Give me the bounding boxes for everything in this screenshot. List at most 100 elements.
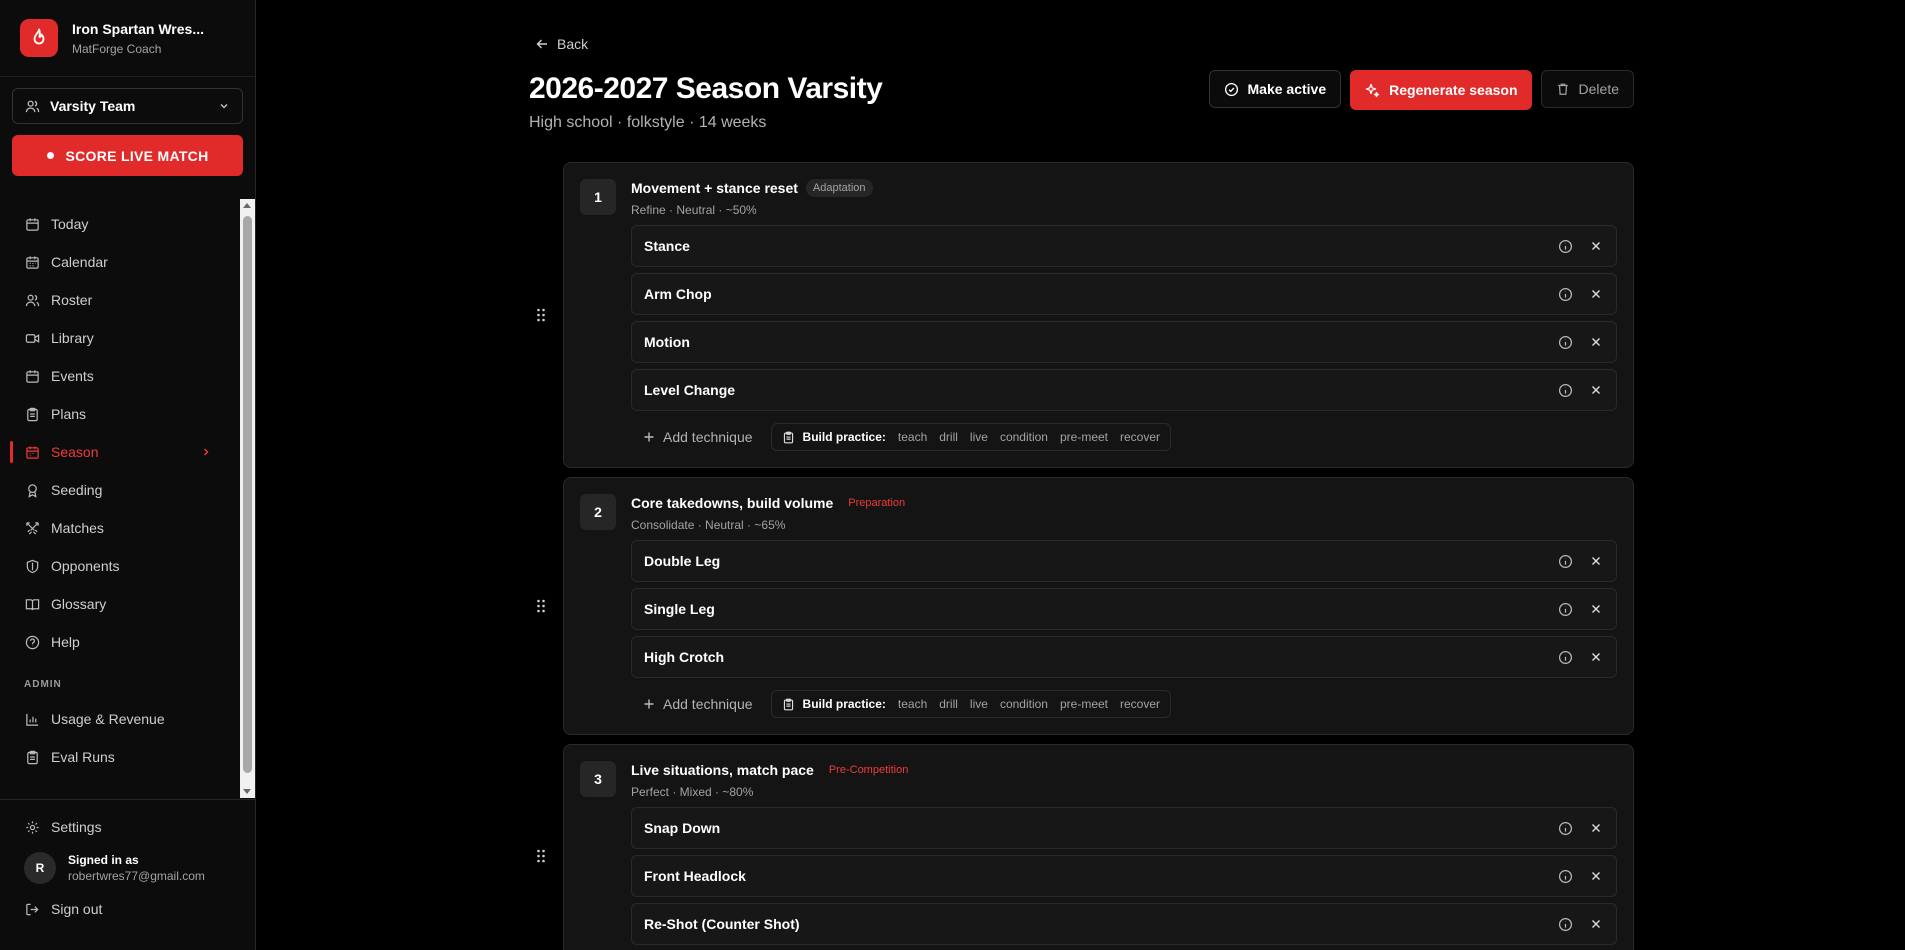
info-icon[interactable] <box>1557 649 1573 665</box>
sidebar-scrollbar[interactable] <box>240 199 255 798</box>
header-actions: Make active Regenerate season Delete <box>1208 70 1634 110</box>
build-option-live[interactable]: live <box>970 697 988 711</box>
sidebar-item-opponents[interactable]: Opponents <box>0 547 255 585</box>
page-subtitle: High school · folkstyle · 14 weeks <box>529 114 767 131</box>
drag-handle-icon[interactable] <box>536 307 546 328</box>
sidebar-item-matches[interactable]: Matches <box>0 509 255 547</box>
info-icon[interactable] <box>1557 868 1573 884</box>
info-icon[interactable] <box>1557 601 1573 617</box>
make-active-label: Make active <box>1247 81 1327 97</box>
sidebar-item-eval-runs[interactable]: Eval Runs <box>0 738 255 776</box>
close-icon[interactable] <box>1588 916 1604 932</box>
trash-icon <box>1556 82 1570 96</box>
week-card: 3 Live situations, match pace Pre-Compet… <box>563 744 1634 950</box>
back-link[interactable]: Back <box>535 36 1634 52</box>
build-option-recover[interactable]: recover <box>1120 430 1160 444</box>
build-option-drill[interactable]: drill <box>939 697 958 711</box>
team-select[interactable]: Varsity Team <box>12 88 243 124</box>
technique-row[interactable]: High Crotch <box>631 636 1617 678</box>
drag-handle-icon[interactable] <box>536 848 546 869</box>
info-icon[interactable] <box>1557 553 1573 569</box>
build-option-teach[interactable]: teach <box>898 697 927 711</box>
week-row: 2 Core takedowns, build volume Preparati… <box>529 477 1634 735</box>
add-technique-button[interactable]: Add technique <box>643 696 753 712</box>
sidebar-item-label: Usage & Revenue <box>51 711 165 727</box>
scrollbar-thumb[interactable] <box>243 216 252 773</box>
close-icon[interactable] <box>1588 601 1604 617</box>
delete-button[interactable]: Delete <box>1540 70 1634 108</box>
brand-header[interactable]: Iron Spartan Wres... MatForge Coach <box>0 0 255 77</box>
regenerate-season-button[interactable]: Regenerate season <box>1350 70 1532 110</box>
sidebar-item-calendar[interactable]: Calendar <box>0 243 255 281</box>
brand-subtitle: MatForge Coach <box>72 41 162 56</box>
technique-row[interactable]: Double Leg <box>631 540 1617 582</box>
sidebar-item-seeding[interactable]: Seeding <box>0 471 255 509</box>
build-option-recover[interactable]: recover <box>1120 697 1160 711</box>
sidebar-item-glossary[interactable]: Glossary <box>0 585 255 623</box>
sidebar-item-usage-revenue[interactable]: Usage & Revenue <box>0 700 255 738</box>
sidebar-item-label: Today <box>51 216 89 232</box>
info-icon[interactable] <box>1557 286 1573 302</box>
settings-link[interactable]: Settings <box>0 808 255 846</box>
build-option-pre-meet[interactable]: pre-meet <box>1060 430 1108 444</box>
technique-row[interactable]: Single Leg <box>631 588 1617 630</box>
build-option-pre-meet[interactable]: pre-meet <box>1060 697 1108 711</box>
award-icon <box>24 482 40 498</box>
sidebar-item-plans[interactable]: Plans <box>0 395 255 433</box>
sidebar-item-today[interactable]: Today <box>0 205 255 243</box>
info-icon[interactable] <box>1557 916 1573 932</box>
phase-badge: Adaptation <box>805 179 873 197</box>
build-option-live[interactable]: live <box>970 430 988 444</box>
technique-row[interactable]: Front Headlock <box>631 855 1617 897</box>
info-icon[interactable] <box>1557 382 1573 398</box>
sidebar-item-label: Calendar <box>51 254 108 270</box>
week-card: 1 Movement + stance reset Adaptation Ref… <box>563 162 1634 468</box>
sign-out-button[interactable]: Sign out <box>0 890 255 928</box>
close-icon[interactable] <box>1588 868 1604 884</box>
technique-name: Level Change <box>644 382 736 398</box>
info-icon[interactable] <box>1557 334 1573 350</box>
sidebar-item-season[interactable]: Season <box>0 433 255 471</box>
sidebar-item-library[interactable]: Library <box>0 319 255 357</box>
info-icon[interactable] <box>1557 820 1573 836</box>
close-icon[interactable] <box>1588 649 1604 665</box>
build-practice-bar: Build practice: teach drill live conditi… <box>770 690 1172 718</box>
week-number: 1 <box>580 179 616 215</box>
technique-row[interactable]: Re-Shot (Counter Shot) <box>631 903 1617 945</box>
scroll-up-arrow-icon[interactable] <box>243 203 251 208</box>
clipboard-icon <box>782 698 795 711</box>
week-title: Live situations, match pace <box>631 762 814 778</box>
build-option-drill[interactable]: drill <box>939 430 958 444</box>
score-live-match-button[interactable]: SCORE LIVE MATCH <box>12 135 243 176</box>
build-option-condition[interactable]: condition <box>1000 697 1048 711</box>
sidebar-item-help[interactable]: Help <box>0 623 255 661</box>
technique-row[interactable]: Stance <box>631 225 1617 267</box>
technique-row[interactable]: Level Change <box>631 369 1617 411</box>
technique-name: Arm Chop <box>644 286 712 302</box>
technique-row[interactable]: Arm Chop <box>631 273 1617 315</box>
sidebar-footer: Settings R Signed in as robertwres77@gma… <box>0 799 255 928</box>
close-icon[interactable] <box>1588 553 1604 569</box>
technique-row[interactable]: Motion <box>631 321 1617 363</box>
scroll-down-arrow-icon[interactable] <box>243 789 251 794</box>
sidebar-item-events[interactable]: Events <box>0 357 255 395</box>
close-icon[interactable] <box>1588 286 1604 302</box>
close-icon[interactable] <box>1588 820 1604 836</box>
close-icon[interactable] <box>1588 238 1604 254</box>
sidebar-nav: Today Calendar Roster Library Events Pla… <box>0 199 255 798</box>
build-option-condition[interactable]: condition <box>1000 430 1048 444</box>
close-icon[interactable] <box>1588 334 1604 350</box>
make-active-button[interactable]: Make active <box>1208 70 1342 108</box>
technique-name: Snap Down <box>644 820 721 836</box>
close-icon[interactable] <box>1588 382 1604 398</box>
chevron-right-icon <box>201 445 211 463</box>
drag-handle-icon[interactable] <box>536 598 546 619</box>
sidebar-item-label: Plans <box>51 406 87 422</box>
info-icon[interactable] <box>1557 238 1573 254</box>
technique-row[interactable]: Snap Down <box>631 807 1617 849</box>
build-option-teach[interactable]: teach <box>898 430 927 444</box>
sidebar-item-roster[interactable]: Roster <box>0 281 255 319</box>
add-technique-button[interactable]: Add technique <box>643 429 753 445</box>
technique-list: Double Leg Single Leg High Crotch Add te… <box>631 540 1617 718</box>
settings-label: Settings <box>51 819 102 835</box>
